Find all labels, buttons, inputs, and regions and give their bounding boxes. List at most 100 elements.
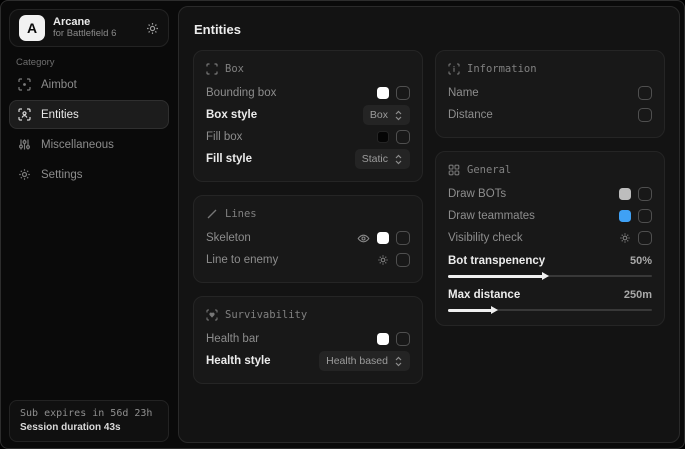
health-style-select[interactable]: Health based <box>319 351 410 371</box>
row-bounding-box: Bounding box <box>206 82 410 104</box>
row-label: Max distance <box>448 289 520 301</box>
brand-settings-gear-icon[interactable] <box>146 22 159 35</box>
crosshair-icon <box>18 78 31 91</box>
card-lines: Lines Skeleton <box>193 195 423 283</box>
max-distance-slider[interactable] <box>448 306 652 314</box>
card-title: Box <box>225 63 244 75</box>
color-swatch[interactable] <box>619 188 631 200</box>
sidebar-item-miscellaneous[interactable]: Miscellaneous <box>9 130 169 159</box>
card-box: Box Bounding box Box style Box <box>193 50 423 182</box>
row-label: Bot transpenency <box>448 255 545 267</box>
row-health-bar: Health bar <box>206 328 410 350</box>
color-swatch[interactable] <box>377 232 389 244</box>
card-information: Information Name Distance <box>435 50 665 138</box>
row-label: Draw BOTs <box>448 188 506 200</box>
row-label: Visibility check <box>448 232 523 244</box>
max-distance-slider-group: Max distance 250m <box>448 286 652 314</box>
sidebar-item-aimbot[interactable]: Aimbot <box>9 70 169 99</box>
row-draw-bots: Draw BOTs <box>448 183 652 205</box>
color-swatch[interactable] <box>619 210 631 222</box>
bounding-box-checkbox[interactable] <box>396 86 410 100</box>
row-label: Health style <box>206 355 271 367</box>
gear-icon <box>18 168 31 181</box>
row-box-style: Box style Box <box>206 104 410 126</box>
entities-scan-icon <box>18 108 31 121</box>
sidebar-item-label: Aimbot <box>41 79 77 91</box>
chevron-up-down-icon <box>394 110 403 121</box>
sub-expiry-text: Sub expires in 56d 23h <box>20 408 158 419</box>
card-title: Lines <box>225 208 257 220</box>
max-distance-value: 250m <box>624 289 652 301</box>
eye-icon[interactable] <box>357 232 370 245</box>
draw-teammates-checkbox[interactable] <box>638 209 652 223</box>
row-label: Box style <box>206 109 257 121</box>
brand-box: A Arcane for Battlefield 6 <box>9 9 169 47</box>
gear-icon[interactable] <box>377 254 389 266</box>
row-label: Health bar <box>206 333 259 345</box>
row-fill-box: Fill box <box>206 126 410 148</box>
row-label: Fill box <box>206 131 242 143</box>
color-swatch[interactable] <box>377 87 389 99</box>
card-general: General Draw BOTs Draw teammates <box>435 151 665 326</box>
fill-style-select[interactable]: Static <box>355 149 410 169</box>
row-label: Distance <box>448 109 493 121</box>
app-logo: A <box>19 15 45 41</box>
fill-box-checkbox[interactable] <box>396 130 410 144</box>
row-label: Fill style <box>206 153 252 165</box>
color-swatch[interactable] <box>377 333 389 345</box>
category-label: Category <box>16 57 177 68</box>
card-title: Survivability <box>225 309 307 321</box>
color-swatch[interactable] <box>377 131 389 143</box>
health-bar-checkbox[interactable] <box>396 332 410 346</box>
row-distance: Distance <box>448 104 652 126</box>
row-label: Bounding box <box>206 87 276 99</box>
row-name: Name <box>448 82 652 104</box>
chevron-up-down-icon <box>394 356 403 367</box>
box-brackets-icon <box>206 63 218 75</box>
row-fill-style: Fill style Static <box>206 148 410 170</box>
page-title: Entities <box>194 22 665 37</box>
row-skeleton: Skeleton <box>206 227 410 249</box>
row-visibility-check: Visibility check <box>448 227 652 249</box>
row-health-style: Health style Health based <box>206 350 410 372</box>
heart-brackets-icon <box>206 309 218 321</box>
card-survivability: Survivability Health bar Health style He… <box>193 296 423 384</box>
subscription-info-box: Sub expires in 56d 23h Session duration … <box>9 400 169 442</box>
sidebar-item-settings[interactable]: Settings <box>9 160 169 189</box>
app-title: Arcane <box>53 16 146 29</box>
visibility-check-checkbox[interactable] <box>638 231 652 245</box>
gear-icon[interactable] <box>619 232 631 244</box>
bot-transparency-value: 50% <box>630 255 652 267</box>
line-icon <box>206 208 218 220</box>
sidebar-item-label: Miscellaneous <box>41 139 114 151</box>
row-line-to-enemy: Line to enemy <box>206 249 410 271</box>
select-value: Health based <box>326 355 388 367</box>
session-duration-text: Session duration 43s <box>20 422 158 433</box>
sidebar-nav: Aimbot Entities <box>1 70 177 189</box>
distance-checkbox[interactable] <box>638 108 652 122</box>
row-label: Name <box>448 87 479 99</box>
sidebar: A Arcane for Battlefield 6 Category <box>1 1 177 448</box>
slider-thumb[interactable] <box>491 306 498 314</box>
chevron-up-down-icon <box>394 154 403 165</box>
sliders-icon <box>18 138 31 151</box>
draw-bots-checkbox[interactable] <box>638 187 652 201</box>
select-value: Static <box>362 153 388 165</box>
sidebar-item-entities[interactable]: Entities <box>9 100 169 129</box>
name-checkbox[interactable] <box>638 86 652 100</box>
line-to-enemy-checkbox[interactable] <box>396 253 410 267</box>
app-window: A Arcane for Battlefield 6 Category <box>0 0 685 449</box>
bot-transparency-slider-group: Bot transpenency 50% <box>448 252 652 280</box>
row-label: Line to enemy <box>206 254 278 266</box>
select-value: Box <box>370 109 388 121</box>
card-title: General <box>467 164 511 176</box>
row-draw-teammates: Draw teammates <box>448 205 652 227</box>
info-brackets-icon <box>448 63 460 75</box>
bot-transparency-slider[interactable] <box>448 272 652 280</box>
slider-thumb[interactable] <box>542 272 549 280</box>
row-label: Draw teammates <box>448 210 535 222</box>
box-style-select[interactable]: Box <box>363 105 410 125</box>
main-panel: Entities Box Bounding box <box>178 6 680 443</box>
sidebar-item-label: Entities <box>41 109 79 121</box>
skeleton-checkbox[interactable] <box>396 231 410 245</box>
